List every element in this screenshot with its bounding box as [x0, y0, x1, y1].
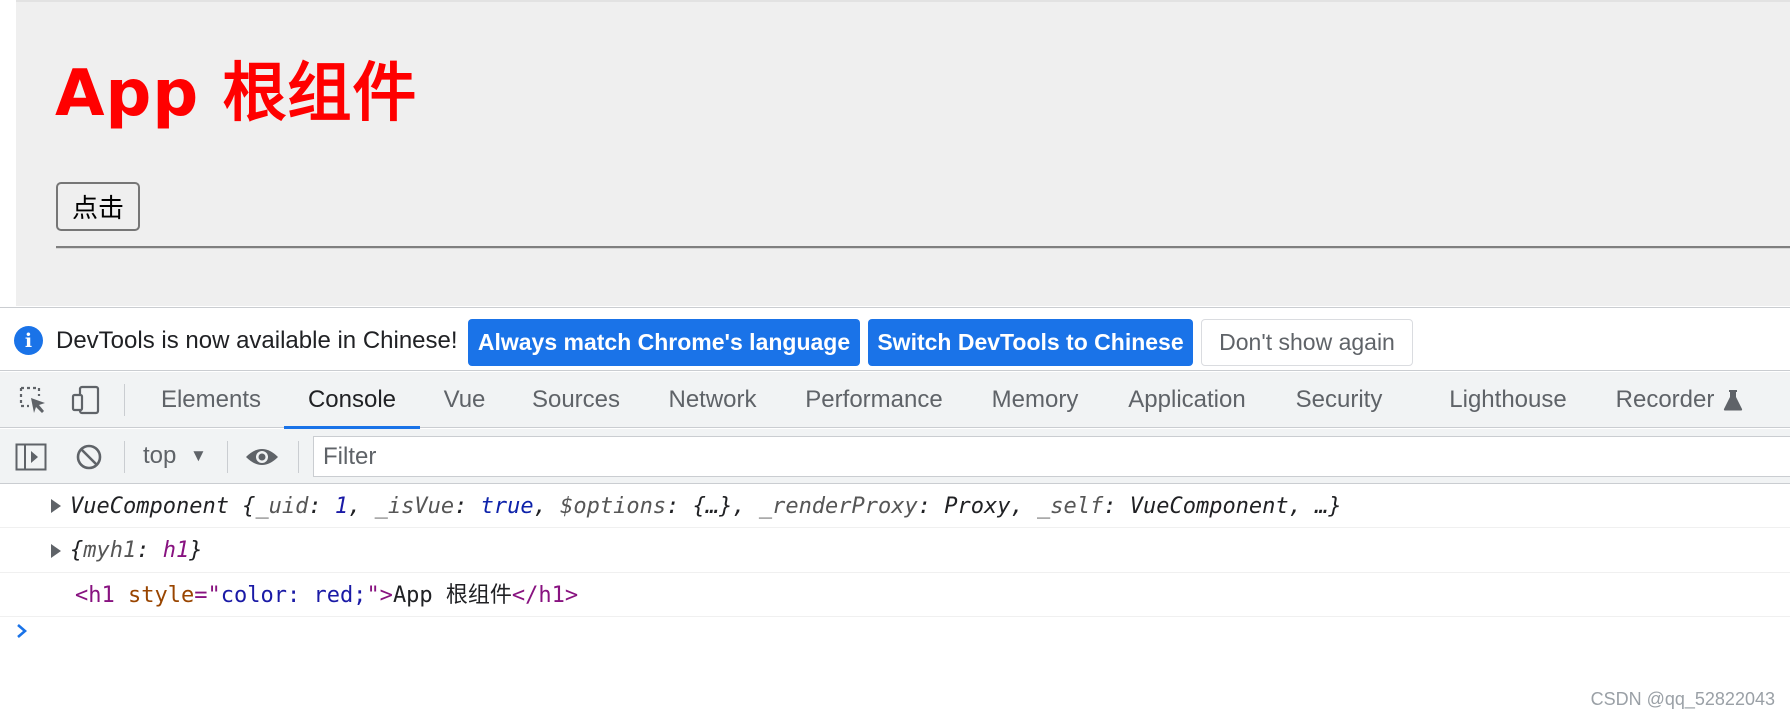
console-message-text[interactable]: <h1 style="color: red;">App 根组件</h1>: [75, 582, 578, 610]
tab-vue[interactable]: Vue: [442, 372, 487, 428]
watermark: CSDN @qq_52822043: [1590, 689, 1775, 709]
console-message: <h1 style="color: red;">App 根组件</h1>: [0, 574, 1790, 617]
toolbar-divider: [298, 441, 299, 473]
tab-elements[interactable]: Elements: [160, 372, 262, 428]
toolbar-divider: [227, 441, 228, 473]
tab-memory[interactable]: Memory: [990, 372, 1080, 428]
tab-console[interactable]: Console: [284, 372, 420, 429]
click-button[interactable]: 点击: [56, 182, 140, 231]
tab-lighthouse[interactable]: Lighthouse: [1446, 372, 1570, 428]
app-title: App 根组件: [55, 57, 418, 131]
chevron-down-icon[interactable]: ▼: [190, 446, 207, 466]
horizontal-rule: [56, 246, 1790, 249]
expand-triangle-icon[interactable]: [51, 544, 61, 558]
info-icon: i: [14, 326, 43, 355]
language-infobar: i DevTools is now available in Chinese! …: [0, 307, 1790, 371]
console-toolbar: top ▼: [0, 429, 1790, 484]
always-match-language-button[interactable]: Always match Chrome's language: [468, 319, 860, 366]
tab-recorder[interactable]: Recorder: [1614, 372, 1716, 428]
console-output: VueComponent {_uid: 1, _isVue: true, $op…: [0, 485, 1790, 718]
console-message-text[interactable]: {myh1: h1}: [70, 537, 202, 565]
tab-sources[interactable]: Sources: [530, 372, 622, 428]
devtools-tab-strip: Elements Console Vue Sources Network Per…: [0, 372, 1790, 429]
app-preview: App 根组件 点击: [16, 0, 1790, 306]
tab-performance[interactable]: Performance: [804, 372, 944, 428]
tab-application[interactable]: Application: [1126, 372, 1248, 428]
console-prompt-icon[interactable]: [15, 621, 29, 641]
live-expression-eye-icon[interactable]: [245, 445, 279, 469]
console-message: VueComponent {_uid: 1, _isVue: true, $op…: [0, 485, 1790, 528]
toolbar-divider: [124, 384, 125, 416]
toolbar-divider: [124, 441, 125, 473]
console-message: {myh1: h1}: [0, 529, 1790, 573]
inspect-element-icon[interactable]: [17, 384, 49, 416]
flask-icon: [1723, 390, 1743, 411]
show-sidebar-icon[interactable]: [15, 443, 47, 471]
clear-console-icon[interactable]: [75, 443, 103, 471]
console-message-text[interactable]: VueComponent {_uid: 1, _isVue: true, $op…: [70, 493, 1342, 521]
filter-input[interactable]: [313, 436, 1790, 477]
switch-to-chinese-button[interactable]: Switch DevTools to Chinese: [868, 319, 1193, 366]
expand-triangle-icon[interactable]: [51, 499, 61, 513]
tab-network[interactable]: Network: [665, 372, 760, 428]
device-toolbar-icon[interactable]: [70, 384, 102, 416]
context-selector[interactable]: top: [143, 442, 176, 470]
dont-show-again-button[interactable]: Don't show again: [1201, 319, 1413, 366]
tab-security[interactable]: Security: [1294, 372, 1384, 428]
infobar-message: DevTools is now available in Chinese!: [56, 327, 458, 354]
